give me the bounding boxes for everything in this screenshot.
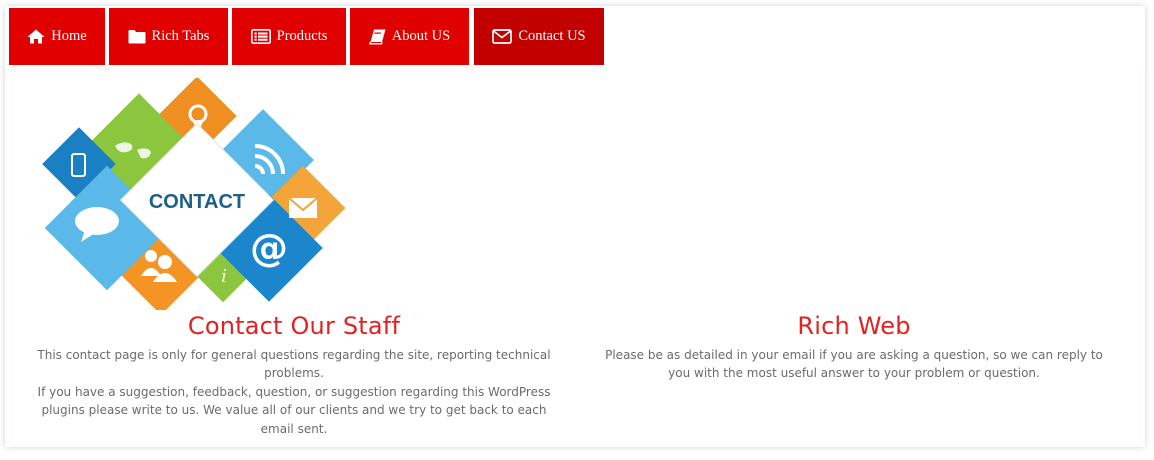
contact-staff-paragraph-1: This contact page is only for general qu… [37,348,551,381]
contact-staff-title: Contact Our Staff [187,312,401,340]
book-icon [368,29,386,45]
tab-contact-us-label: Contact US [518,28,586,44]
tab-contact-us[interactable]: Contact US [474,8,604,65]
rich-web-title: Rich Web [797,312,911,340]
list-card-icon [250,29,271,44]
envelope-icon [492,29,513,44]
tab-rich-tabs-label: Rich Tabs [151,28,210,44]
tab-rich-tabs[interactable]: Rich Tabs [109,8,228,65]
svg-text:@: @ [250,226,288,270]
mail-icon [288,197,318,218]
tab-home[interactable]: Home [9,8,105,65]
svg-text:i: i [221,266,227,287]
tab-content-panel: @ i CONTACT Contact Our Staff This conta… [13,70,1139,443]
rich-web-paragraph: Please be as detailed in your email if y… [605,348,1103,381]
tab-home-label: Home [51,28,87,44]
tab-about-us-label: About US [391,28,451,44]
tab-products-label: Products [276,28,328,44]
info-icon: i [221,266,227,287]
contact-staff-paragraph-2: If you have a suggestion, feedback, ques… [37,385,551,436]
tab-products[interactable]: Products [232,8,346,65]
at-sign-icon: @ [250,226,288,270]
folder-icon [128,29,146,44]
tab-bar: Home Rich Tabs Products About US Contact… [5,6,1145,70]
tab-about-us[interactable]: About US [350,8,469,65]
home-icon [27,29,45,44]
contact-illustration: @ i CONTACT [37,76,367,315]
hero-label: CONTACT [149,191,245,213]
